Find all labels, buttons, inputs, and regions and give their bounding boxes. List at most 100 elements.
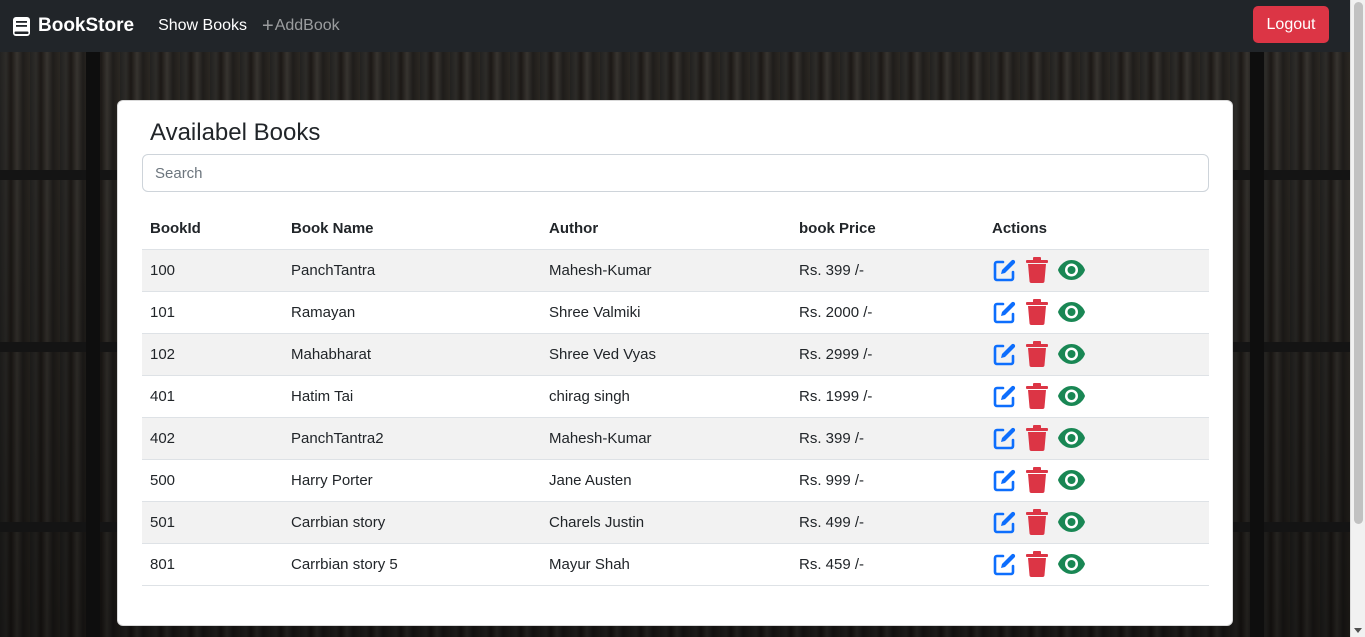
navbar: BookStore Show Books + AddBook Logout	[0, 0, 1350, 52]
trash-icon[interactable]	[1026, 257, 1048, 283]
cell-bookid: 402	[142, 417, 283, 460]
row-actions	[992, 551, 1209, 577]
page-scrollbar[interactable]	[1350, 0, 1365, 637]
header-actions: Actions	[984, 208, 1209, 250]
brand-label: BookStore	[38, 15, 135, 36]
table-row: 402 PanchTantra2 Mahesh-Kumar Rs. 399 /-	[142, 417, 1209, 460]
logout-button[interactable]: Logout	[1253, 6, 1329, 43]
books-table: BookId Book Name Author book Price Actio…	[142, 208, 1209, 586]
cell-author: Jane Austen	[541, 459, 791, 502]
header-book-name: Book Name	[283, 208, 541, 250]
eye-icon[interactable]	[1057, 511, 1086, 533]
trash-icon[interactable]	[1026, 509, 1048, 535]
trash-icon[interactable]	[1026, 467, 1048, 493]
cell-book-price: Rs. 2999 /-	[791, 333, 984, 376]
cell-bookid: 401	[142, 375, 283, 418]
edit-icon[interactable]	[992, 426, 1017, 451]
cell-book-name: Hatim Tai	[283, 375, 541, 418]
cell-author: Mahesh-Kumar	[541, 249, 791, 292]
edit-icon[interactable]	[992, 300, 1017, 325]
cell-bookid: 102	[142, 333, 283, 376]
table-row: 501 Carrbian story Charels Justin Rs. 499 /…	[142, 501, 1209, 544]
cell-book-name: PanchTantra2	[283, 417, 541, 460]
eye-icon[interactable]	[1057, 385, 1086, 407]
cell-book-price: Rs. 999 /-	[791, 459, 984, 502]
cell-author: chirag singh	[541, 375, 791, 418]
header-book-price: book Price	[791, 208, 984, 250]
cell-actions	[984, 249, 1209, 292]
edit-icon[interactable]	[992, 510, 1017, 535]
cell-actions	[984, 291, 1209, 334]
trash-icon[interactable]	[1026, 299, 1048, 325]
table-row: 101 Ramayan Shree Valmiki Rs. 2000 /-	[142, 291, 1209, 334]
trash-icon[interactable]	[1026, 341, 1048, 367]
edit-icon[interactable]	[992, 552, 1017, 577]
row-actions	[992, 299, 1209, 325]
brand[interactable]: BookStore	[12, 15, 134, 37]
edit-icon[interactable]	[992, 258, 1017, 283]
row-actions	[992, 425, 1209, 451]
cell-book-price: Rs. 459 /-	[791, 543, 984, 586]
search-input[interactable]	[142, 154, 1209, 192]
cell-book-name: Carrbian story 5	[283, 543, 541, 586]
edit-icon[interactable]	[992, 468, 1017, 493]
trash-icon[interactable]	[1026, 425, 1048, 451]
cell-book-price: Rs. 399 /-	[791, 249, 984, 292]
edit-icon[interactable]	[992, 342, 1017, 367]
eye-icon[interactable]	[1057, 553, 1086, 575]
eye-icon[interactable]	[1057, 427, 1086, 449]
nav-add-book-label: AddBook	[274, 17, 340, 34]
edit-icon[interactable]	[992, 384, 1017, 409]
cell-book-price: Rs. 2000 /-	[791, 291, 984, 334]
trash-icon[interactable]	[1026, 383, 1048, 409]
nav-add-book[interactable]: + AddBook	[262, 15, 340, 37]
nav-show-books[interactable]: Show Books	[158, 17, 247, 35]
cell-bookid: 801	[142, 543, 283, 586]
cell-book-price: Rs. 499 /-	[791, 501, 984, 544]
cell-actions	[984, 459, 1209, 502]
row-actions	[992, 509, 1209, 535]
cell-bookid: 101	[142, 291, 283, 334]
cell-book-name: Ramayan	[283, 291, 541, 334]
eye-icon[interactable]	[1057, 469, 1086, 491]
row-actions	[992, 341, 1209, 367]
table-row: 401 Hatim Tai chirag singh Rs. 1999 /-	[142, 375, 1209, 418]
page-title: Availabel Books	[150, 119, 321, 146]
cell-actions	[984, 543, 1209, 586]
plus-icon: +	[262, 15, 274, 37]
cell-actions	[984, 501, 1209, 544]
trash-icon[interactable]	[1026, 551, 1048, 577]
cell-author: Mayur Shah	[541, 543, 791, 586]
table-row: 102 Mahabharat Shree Ved Vyas Rs. 2999 /-	[142, 333, 1209, 376]
table-row: 801 Carrbian story 5 Mayur Shah Rs. 459 /-	[142, 543, 1209, 586]
header-bookid: BookId	[142, 208, 283, 250]
eye-icon[interactable]	[1057, 343, 1086, 365]
row-actions	[992, 257, 1209, 283]
header-author: Author	[541, 208, 791, 250]
cell-book-name: Mahabharat	[283, 333, 541, 376]
cell-bookid: 100	[142, 249, 283, 292]
cell-bookid: 501	[142, 501, 283, 544]
table-header-row: BookId Book Name Author book Price Actio…	[142, 208, 1209, 250]
cell-bookid: 500	[142, 459, 283, 502]
row-actions	[992, 383, 1209, 409]
cell-book-name: Harry Porter	[283, 459, 541, 502]
table-row: 500 Harry Porter Jane Austen Rs. 999 /-	[142, 459, 1209, 502]
scroll-down-icon[interactable]	[1354, 628, 1362, 633]
cell-author: Shree Ved Vyas	[541, 333, 791, 376]
cell-author: Shree Valmiki	[541, 291, 791, 334]
cell-actions	[984, 375, 1209, 418]
books-card: Availabel Books BookId Book Name Author …	[117, 100, 1233, 626]
scrollbar-thumb[interactable]	[1354, 2, 1363, 524]
row-actions	[992, 467, 1209, 493]
eye-icon[interactable]	[1057, 259, 1086, 281]
cell-book-name: PanchTantra	[283, 249, 541, 292]
cell-author: Charels Justin	[541, 501, 791, 544]
cell-book-price: Rs. 399 /-	[791, 417, 984, 460]
cell-author: Mahesh-Kumar	[541, 417, 791, 460]
cell-actions	[984, 333, 1209, 376]
eye-icon[interactable]	[1057, 301, 1086, 323]
cell-book-price: Rs. 1999 /-	[791, 375, 984, 418]
book-icon	[13, 16, 30, 36]
cell-actions	[984, 417, 1209, 460]
